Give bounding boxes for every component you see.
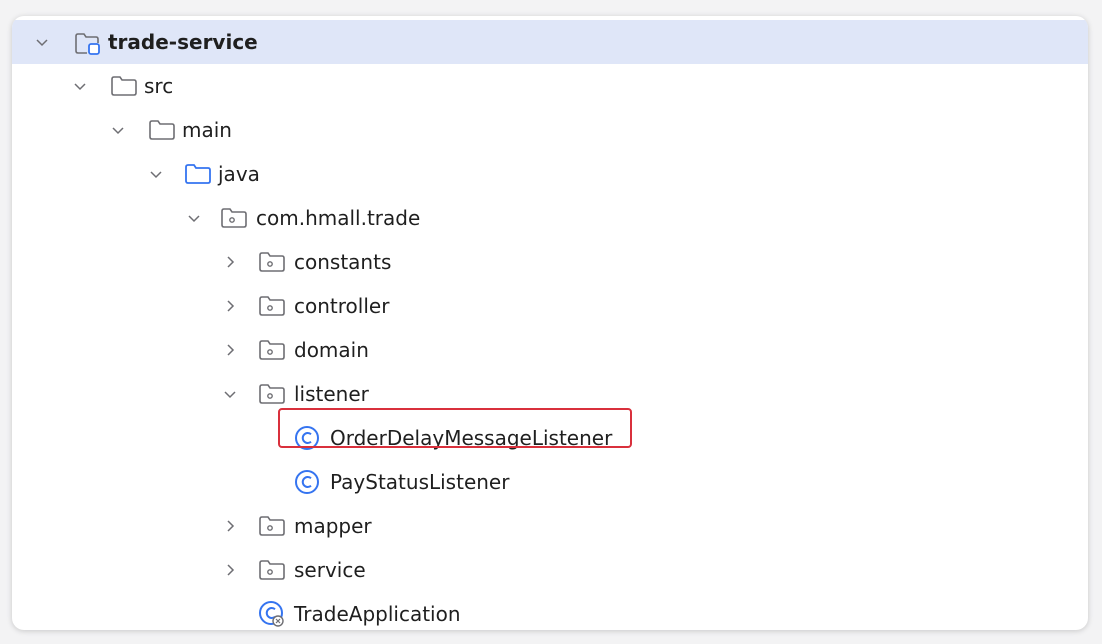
chevron-right-icon[interactable] [222, 342, 238, 358]
folder-icon [110, 75, 137, 97]
package-icon [258, 383, 285, 405]
source-folder-icon [184, 163, 211, 185]
tree-label: controller [294, 294, 390, 318]
tree-label: main [182, 118, 232, 142]
package-icon [258, 295, 285, 317]
chevron-right-icon[interactable] [222, 254, 238, 270]
tree-label: PayStatusListener [330, 470, 510, 494]
package-icon [258, 559, 285, 581]
tree-label: constants [294, 250, 392, 274]
tree-row-src[interactable]: src [12, 64, 1088, 108]
tree-label: trade-service [108, 30, 258, 54]
tree-label: com.hmall.trade [256, 206, 421, 230]
chevron-right-icon[interactable] [222, 562, 238, 578]
class-icon [294, 425, 320, 451]
tree-row-main[interactable]: main [12, 108, 1088, 152]
application-class-icon [258, 600, 286, 628]
chevron-down-icon[interactable] [34, 34, 50, 50]
tree-label: TradeApplication [294, 602, 461, 626]
tree-row-package[interactable]: com.hmall.trade [12, 196, 1088, 240]
chevron-right-icon[interactable] [222, 298, 238, 314]
tree-row-order-delay-message-listener[interactable]: OrderDelayMessageListener [12, 416, 1088, 460]
tree-row-trade-service[interactable]: trade-service [12, 20, 1088, 64]
tree-row-listener[interactable]: listener [12, 372, 1088, 416]
project-tree-panel: trade-service src main java com.hmall.tr… [12, 16, 1088, 630]
package-icon [220, 207, 247, 229]
chevron-down-icon[interactable] [222, 386, 238, 402]
package-icon [258, 251, 285, 273]
tree-row-controller[interactable]: controller [12, 284, 1088, 328]
chevron-down-icon[interactable] [148, 166, 164, 182]
tree-label: OrderDelayMessageListener [330, 426, 613, 450]
chevron-down-icon[interactable] [110, 122, 126, 138]
class-icon [294, 469, 320, 495]
tree-row-mapper[interactable]: mapper [12, 504, 1088, 548]
tree-label: mapper [294, 514, 372, 538]
chevron-down-icon[interactable] [72, 78, 88, 94]
tree-row-domain[interactable]: domain [12, 328, 1088, 372]
tree-label: src [144, 74, 174, 98]
package-icon [258, 515, 285, 537]
chevron-down-icon[interactable] [186, 210, 202, 226]
tree-row-java[interactable]: java [12, 152, 1088, 196]
tree-label: service [294, 558, 366, 582]
package-icon [258, 339, 285, 361]
tree-row-service[interactable]: service [12, 548, 1088, 592]
tree-row-constants[interactable]: constants [12, 240, 1088, 284]
module-folder-icon [74, 31, 100, 55]
tree-row-trade-application[interactable]: TradeApplication [12, 592, 1088, 630]
chevron-right-icon[interactable] [222, 518, 238, 534]
folder-icon [148, 119, 175, 141]
tree-label: java [218, 162, 260, 186]
tree-label: listener [294, 382, 369, 406]
tree-label: domain [294, 338, 369, 362]
tree-row-pay-status-listener[interactable]: PayStatusListener [12, 460, 1088, 504]
